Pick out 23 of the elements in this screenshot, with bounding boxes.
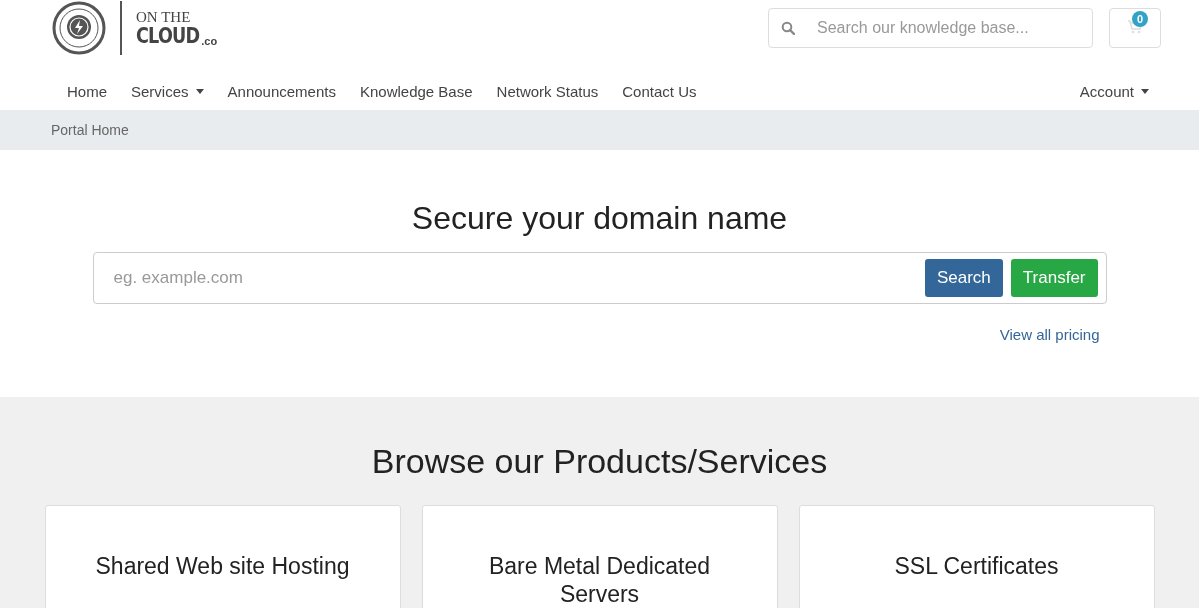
products-heading: Browse our Products/Services bbox=[371, 441, 828, 481]
product-title: Shared Web site Hosting bbox=[94, 552, 351, 581]
caret-icon bbox=[1141, 88, 1149, 94]
view-pricing-link[interactable]: View all pricing bbox=[999, 326, 1100, 343]
product-title: SSL Certificates bbox=[893, 552, 1060, 581]
cart-count-badge: 0 bbox=[1132, 11, 1148, 27]
logo-suffix: .co bbox=[201, 35, 218, 47]
domain-search-field[interactable]: eg. example.com Search Transfer bbox=[92, 252, 1107, 304]
breadcrumb-link[interactable]: Portal Home bbox=[51, 122, 129, 138]
nav-link[interactable]: Contact Us bbox=[610, 82, 709, 100]
nav-link[interactable]: Services bbox=[119, 82, 216, 100]
nav-link[interactable]: Knowledge Base bbox=[347, 82, 485, 100]
nav-link[interactable]: Home bbox=[55, 82, 119, 100]
caret-icon bbox=[195, 88, 204, 94]
knowledge-search-field[interactable]: Search our knowledge base... bbox=[768, 8, 1093, 48]
search-button[interactable]: Search bbox=[924, 259, 1003, 297]
nav-link[interactable]: Network Status bbox=[484, 82, 611, 100]
domain-heading: Secure your domain name bbox=[411, 199, 788, 238]
product-title: Bare Metal Dedicated Servers bbox=[487, 552, 712, 608]
nav-link[interactable]: Announcements bbox=[215, 82, 348, 100]
logo-text: ON THE bbox=[136, 9, 192, 25]
logo-wordmark: CLOUD bbox=[136, 24, 200, 47]
account-menu[interactable]: Account bbox=[1067, 82, 1161, 100]
